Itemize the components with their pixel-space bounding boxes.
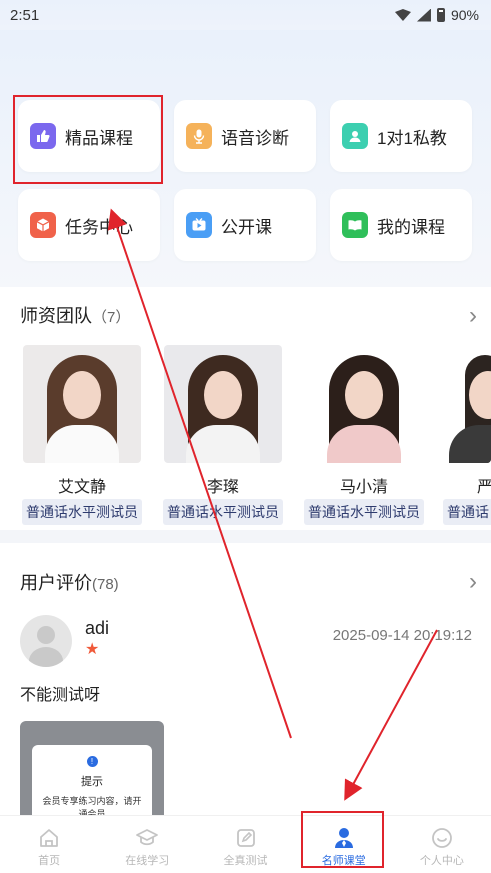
teacher-name: 马小清 (339, 479, 388, 496)
teacher-role: 普通话水平测试员 (304, 499, 424, 525)
nav-item-teacher-class[interactable]: 名师课堂 (295, 816, 393, 873)
status-time: 2:51 (10, 6, 40, 24)
star-icon: ★ (85, 641, 100, 658)
nav-label: 在线学习 (125, 855, 170, 867)
teacher-card[interactable]: 马小清 普通话水平测试员 (302, 345, 426, 525)
box-icon (30, 212, 56, 238)
review-user: adi (85, 618, 110, 638)
nav-label: 个人中心 (419, 855, 464, 867)
teacher-photo (305, 345, 423, 463)
nav-label: 首页 (38, 855, 61, 867)
nav-item-home[interactable]: 首页 (0, 816, 98, 873)
chat-user-icon (342, 123, 368, 149)
menu-label: 1对1私教 (377, 128, 447, 148)
menu-tile-open-class[interactable]: 公开课 (174, 189, 316, 261)
menu-label: 公开课 (221, 217, 272, 237)
reviews-title: 用户评价(78) (20, 573, 119, 593)
menu-tile-premium-courses[interactable]: 精品课程 (18, 100, 160, 172)
nav-item-online-learning[interactable]: 在线学习 (98, 816, 196, 873)
review-time: 2025-09-14 20:19:12 (332, 627, 472, 644)
wifi-icon (394, 9, 411, 21)
teacher-role: 普通话水平测试员 (22, 499, 142, 525)
thumbs-up-icon (30, 123, 56, 149)
status-bar: 2:51 90% (0, 0, 491, 30)
nav-label: 全真测试 (223, 855, 268, 867)
thumb-body: 会员专享练习内容，请开通会员 (42, 796, 142, 815)
nav-label: 名师课堂 (321, 855, 366, 867)
reviews-section: 用户评价(78) › adi ★ 2025-09-14 20:19:12 不能测… (0, 543, 491, 815)
teacher-icon (332, 826, 356, 850)
chevron-right-icon[interactable]: › (469, 304, 477, 328)
teachers-section: 师资团队（7） › 艾文静 普通话水平测试员 李璨 普通话水平测试员 马小清 普… (0, 287, 491, 530)
teachers-count: （7） (92, 309, 131, 326)
menu-label: 我的课程 (377, 217, 445, 237)
tv-play-icon (186, 212, 212, 238)
review-image[interactable]: ! 提示 会员专享练习内容，请开通会员 (20, 721, 164, 815)
teacher-photo (164, 345, 282, 463)
teacher-photo (443, 345, 491, 463)
menu-tile-task-center[interactable]: 任务中心 (18, 189, 160, 261)
chevron-right-icon[interactable]: › (469, 570, 477, 594)
teacher-photo (23, 345, 141, 463)
book-icon (342, 212, 368, 238)
teacher-card[interactable]: 严 普通话 (443, 345, 491, 525)
teachers-title: 师资团队（7） (20, 306, 131, 326)
smile-icon (430, 826, 454, 850)
teacher-name: 艾文静 (57, 479, 106, 496)
thumb-title: 提示 (81, 776, 103, 788)
reviews-count: (78) (92, 576, 119, 593)
menu-label: 语音诊断 (221, 128, 289, 148)
status-icons: 90% (394, 7, 479, 23)
graduation-cap-icon (135, 826, 159, 850)
teacher-name: 李璨 (206, 479, 239, 496)
info-icon: ! (86, 756, 98, 767)
microphone-icon (186, 123, 212, 149)
teacher-card[interactable]: 李璨 普通话水平测试员 (161, 345, 285, 525)
teacher-role: 普通话 (443, 499, 491, 525)
battery-icon (436, 8, 445, 22)
nav-item-mock-test[interactable]: 全真测试 (196, 816, 294, 873)
avatar (20, 615, 72, 667)
thumb-dialog: ! 提示 会员专享练习内容，请开通会员 (32, 745, 152, 815)
menu-label: 精品课程 (65, 128, 133, 148)
menu-tile-private-tutor[interactable]: 1对1私教 (330, 100, 472, 172)
home-icon (37, 826, 61, 850)
menu-label: 任务中心 (65, 217, 133, 237)
teacher-name: 严 (476, 479, 491, 496)
signal-icon (416, 8, 431, 22)
review-text: 不能测试呀 (20, 687, 101, 704)
battery-level: 90% (450, 7, 479, 23)
bottom-nav: 首页 在线学习 全真测试 名师课堂 个人中心 (0, 815, 491, 873)
menu-tile-my-courses[interactable]: 我的课程 (330, 189, 472, 261)
teacher-card[interactable]: 艾文静 普通话水平测试员 (20, 345, 144, 525)
pencil-icon (234, 826, 258, 850)
menu-tile-voice-diagnosis[interactable]: 语音诊断 (174, 100, 316, 172)
nav-item-profile[interactable]: 个人中心 (393, 816, 491, 873)
teacher-role: 普通话水平测试员 (163, 499, 283, 525)
